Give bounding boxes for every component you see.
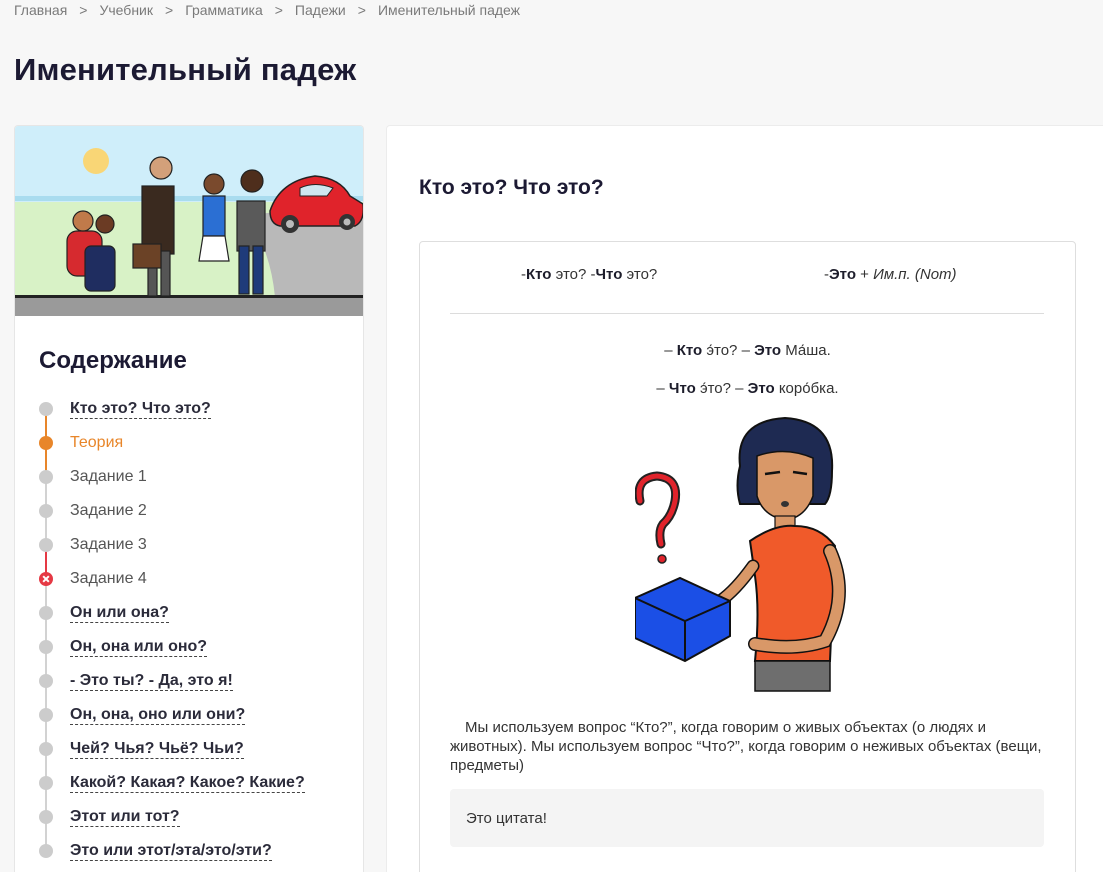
toc-item[interactable]: Задание 1 [37, 460, 357, 511]
progress-dot-icon [39, 538, 53, 552]
section-title: Кто это? Что это? [419, 176, 604, 199]
toc-item-label: Чей? Чья? Чьё? Чьи? [70, 739, 244, 759]
breadcrumb-separator: > [79, 2, 88, 18]
progress-dot-icon [39, 776, 53, 790]
formula-question: -Кто это? -Что это? [521, 266, 658, 283]
quote-block: Это цитата! [450, 789, 1044, 847]
girl-with-box-illustration [635, 416, 846, 692]
toc-item[interactable]: Это или этот/эта/это/эти? [37, 834, 357, 868]
toc-item-label: - Это ты? - Да, это я! [70, 671, 233, 691]
page-title: Именительный падеж [14, 52, 357, 87]
breadcrumb-item[interactable]: Падежи [295, 2, 346, 18]
toc-item-label: Теория [70, 434, 124, 451]
progress-dot-icon [39, 742, 53, 756]
progress-dot-icon [39, 640, 53, 654]
progress-dot-icon [39, 674, 53, 688]
toc-item-label: Задание 1 [70, 468, 147, 485]
toc-item[interactable]: Какой? Какая? Какое? Какие? [37, 766, 357, 817]
breadcrumb-item[interactable]: Грамматика [185, 2, 263, 18]
toc-item[interactable]: Кто это? Что это? [37, 392, 357, 443]
example-who: – Кто э́то? – Это Ма́ша. [664, 342, 831, 359]
toc-item-label: Он, она, оно или они? [70, 705, 246, 725]
toc-item[interactable]: Теория [37, 426, 357, 477]
toc-item[interactable]: - Это ты? - Да, это я! [37, 664, 357, 715]
failed-status-icon [39, 572, 53, 586]
explanation-paragraph: Мы используем вопрос “Кто?”, когда говор… [450, 719, 1042, 774]
divider [450, 313, 1044, 314]
breadcrumb-separator: > [274, 2, 283, 18]
main-content: Кто это? Что это? -Кто это? -Что это? -Э… [386, 125, 1103, 872]
toc-item-label: Кто это? Что это? [70, 399, 211, 419]
toc-item[interactable]: Этот или тот? [37, 800, 357, 851]
breadcrumb-item[interactable]: Главная [14, 2, 67, 18]
progress-dot-icon [39, 844, 53, 858]
progress-dot-icon [39, 402, 53, 416]
toc-list: Кто это? Что это? Теория Задание 1 Задание … [37, 392, 357, 868]
toc-item-label: Это или этот/эта/это/эти? [70, 841, 272, 861]
formula-answer: -Это + Им.п. (Nom) [824, 266, 957, 283]
progress-dot-icon [39, 810, 53, 824]
breadcrumb-separator: > [357, 2, 366, 18]
toc-title: Содержание [39, 347, 187, 374]
progress-dot-icon [39, 606, 53, 620]
toc-item-label: Он или она? [70, 603, 169, 623]
progress-dot-icon [39, 504, 53, 518]
toc-item[interactable]: Задание 2 [37, 494, 357, 545]
breadcrumb-item: Именительный падеж [377, 2, 521, 18]
toc-item-label: Задание 3 [70, 536, 147, 553]
breadcrumb-item[interactable]: Учебник [99, 2, 153, 18]
sidebar-cover-illustration [15, 126, 363, 316]
toc-item[interactable]: Он, она, оно или они? [37, 698, 357, 749]
breadcrumb: Главная > Учебник > Грамматика > Падежи > Именит… [14, 2, 520, 18]
toc-item-label: Задание 2 [70, 502, 147, 519]
breadcrumb-separator: > [165, 2, 174, 18]
theory-card: -Кто это? -Что это? -Это + Им.п. (Nom) –… [419, 241, 1076, 872]
toc-item[interactable]: Задание 4 [37, 562, 357, 613]
toc-item-label: Задание 4 [70, 570, 147, 587]
progress-dot-icon [39, 708, 53, 722]
toc-item-label: Он, она или оно? [70, 637, 208, 657]
toc-item[interactable]: Он, она или оно? [37, 630, 357, 681]
progress-dot-icon [39, 436, 53, 450]
toc-item[interactable]: Задание 3 [37, 528, 357, 579]
toc-item-label: Какой? Какая? Какое? Какие? [70, 773, 305, 793]
toc-item-label: Этот или тот? [70, 807, 180, 827]
toc-item[interactable]: Чей? Чья? Чьё? Чьи? [37, 732, 357, 783]
example-what: – Что э́то? – Это коро́бка. [656, 380, 839, 397]
progress-dot-icon [39, 470, 53, 484]
sidebar: Содержание Кто это? Что это? Теория Задани… [14, 125, 364, 872]
toc-item[interactable]: Он или она? [37, 596, 357, 647]
